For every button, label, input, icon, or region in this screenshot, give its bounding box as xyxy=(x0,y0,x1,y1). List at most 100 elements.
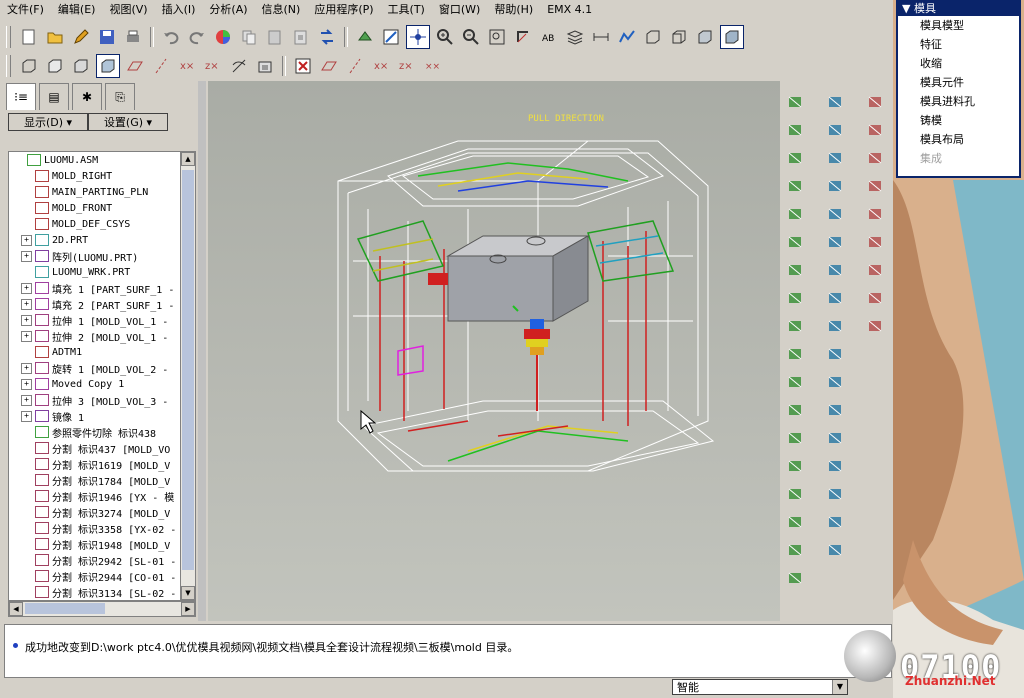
tree-row[interactable]: 分割 标识1946 [YX - 模 xyxy=(9,488,181,504)
mold-open-tool-icon[interactable] xyxy=(784,567,806,589)
tree-row[interactable]: 分割 标识3358 [YX-02 - xyxy=(9,520,181,536)
move-tool-icon[interactable] xyxy=(824,399,846,421)
tab-model-tree[interactable]: ⁝≡ xyxy=(6,83,36,110)
dimension-icon[interactable] xyxy=(590,26,612,48)
tree-row[interactable]: LUOMU.ASM xyxy=(9,152,181,168)
mirror-tool-icon[interactable] xyxy=(824,371,846,393)
chevron-down-icon[interactable]: ▼ xyxy=(832,680,847,694)
regenerate-icon[interactable] xyxy=(316,26,338,48)
datum-point-display-icon[interactable]: x× xyxy=(176,55,198,77)
mold-menu-item[interactable]: 模具布局 xyxy=(898,130,1019,149)
edit-pencil-icon[interactable] xyxy=(70,26,92,48)
expand-node-icon[interactable]: + xyxy=(21,394,32,406)
hidden-line-icon[interactable] xyxy=(642,26,664,48)
slider-tool-icon[interactable] xyxy=(784,455,806,477)
toolbar-grip[interactable] xyxy=(6,26,11,48)
refit-icon[interactable] xyxy=(486,26,508,48)
layout-tool-icon[interactable] xyxy=(784,483,806,505)
plane-icon[interactable] xyxy=(824,91,846,113)
fill-tool-icon[interactable] xyxy=(824,259,846,281)
csys-display-icon[interactable]: z× xyxy=(202,55,224,77)
sketch-icon[interactable] xyxy=(784,119,806,141)
settings-dropdown[interactable]: 设置(G) ▾ xyxy=(88,113,168,131)
datum-axis-display-icon[interactable] xyxy=(150,55,172,77)
expand-node-icon[interactable]: + xyxy=(21,250,32,262)
tree-row[interactable]: MAIN_PARTING_PLN xyxy=(9,184,181,200)
split-tool-icon[interactable] xyxy=(784,511,806,533)
paste-icon[interactable] xyxy=(264,26,286,48)
cut-tool-icon[interactable] xyxy=(784,371,806,393)
plug-tool-icon[interactable] xyxy=(784,259,806,281)
menu-file[interactable]: 文件(F) xyxy=(0,1,51,18)
cross-z-icon[interactable] xyxy=(864,147,886,169)
tree-row[interactable]: 参照零件切除 标识438 xyxy=(9,424,181,440)
no-hidden-icon[interactable] xyxy=(668,26,690,48)
grid-icon[interactable] xyxy=(824,511,846,533)
teapot-icon[interactable] xyxy=(824,231,846,253)
color-wheel-icon[interactable] xyxy=(212,26,234,48)
mold-menu-item[interactable]: 铸模 xyxy=(898,111,1019,130)
undo-icon[interactable] xyxy=(160,26,182,48)
mold-menu-item[interactable]: 模具模型 xyxy=(898,16,1019,35)
expand-node-icon[interactable]: + xyxy=(21,330,32,342)
tree-row[interactable]: 分割 标识1948 [MOLD_V xyxy=(9,536,181,552)
tree-row[interactable]: 分割 标识1784 [MOLD_V xyxy=(9,472,181,488)
scroll-left-arrow-icon[interactable]: ◀ xyxy=(9,602,23,616)
open-folder-icon[interactable] xyxy=(44,26,66,48)
menu-help[interactable]: 帮助(H) xyxy=(487,1,540,18)
mold-menu-item[interactable]: 模具进料孔 xyxy=(898,92,1019,111)
zoom-out-icon[interactable] xyxy=(460,26,482,48)
copy-icon[interactable] xyxy=(238,26,260,48)
draw-tool-icon[interactable] xyxy=(784,315,806,337)
tree-hscroll-thumb[interactable] xyxy=(25,603,105,614)
expand-node-icon[interactable]: + xyxy=(21,298,32,310)
volume-tool-icon[interactable] xyxy=(784,427,806,449)
dropdown-tool-icon[interactable] xyxy=(784,231,806,253)
assembly-tool-icon[interactable] xyxy=(784,175,806,197)
box-icon[interactable] xyxy=(824,315,846,337)
tree-row[interactable]: + Moved Copy 1 xyxy=(9,376,181,392)
menu-edit[interactable]: 编辑(E) xyxy=(51,1,103,18)
parallelogram-icon[interactable] xyxy=(864,259,886,281)
view-iso-icon[interactable] xyxy=(18,55,40,77)
tree-row[interactable]: +2D.PRT xyxy=(9,232,181,248)
new-tool-icon[interactable] xyxy=(784,203,806,225)
menu-analysis[interactable]: 分析(A) xyxy=(202,1,254,18)
menu-insert[interactable]: 插入(I) xyxy=(155,1,203,18)
redo-icon[interactable] xyxy=(186,26,208,48)
zoom-in-icon[interactable] xyxy=(434,26,456,48)
mold-menu-item[interactable]: 收缩 xyxy=(898,54,1019,73)
solid-icon[interactable] xyxy=(824,175,846,197)
layer-tool-icon[interactable] xyxy=(824,343,846,365)
curve-icon[interactable] xyxy=(864,203,886,225)
expand-node-icon[interactable]: + xyxy=(21,234,32,246)
tree-row[interactable]: 分割 标识1619 [MOLD_V xyxy=(9,456,181,472)
print-icon[interactable] xyxy=(122,26,144,48)
menu-emx[interactable]: EMX 4.1 xyxy=(540,1,599,18)
scroll-up-arrow-icon[interactable]: ▲ xyxy=(181,152,195,166)
shading-icon[interactable] xyxy=(694,26,716,48)
layers-icon[interactable] xyxy=(564,26,586,48)
wireframe-icon[interactable] xyxy=(616,26,638,48)
save-icon[interactable] xyxy=(96,26,118,48)
tree-row[interactable]: + 填充 2 [PART_SURF_1 - xyxy=(9,296,181,312)
tab-folder-browser[interactable]: ▤ xyxy=(39,83,69,110)
circle-icon[interactable] xyxy=(824,483,846,505)
tree-scroll-thumb[interactable] xyxy=(182,170,194,570)
mold-menu-item[interactable]: 特征 xyxy=(898,35,1019,54)
tree-row[interactable]: + 拉伸 2 [MOLD_VOL_1 - xyxy=(9,328,181,344)
tree-vertical-scrollbar[interactable]: ▲ ▼ xyxy=(180,151,196,601)
axis-line-icon[interactable] xyxy=(864,231,886,253)
mold-menu-title[interactable]: ▼ 模具 xyxy=(898,2,1019,16)
csys-z-icon[interactable] xyxy=(864,315,886,337)
panel-splitter[interactable] xyxy=(198,81,206,621)
selection-filter-dropdown[interactable]: 智能 ▼ xyxy=(672,679,848,695)
sketch-view-icon[interactable] xyxy=(380,26,402,48)
tree-row[interactable]: MOLD_DEF_CSYS xyxy=(9,216,181,232)
point-array-icon[interactable]: ×× xyxy=(422,55,444,77)
axis-tool-icon[interactable] xyxy=(344,55,366,77)
trim-tool-icon[interactable] xyxy=(784,287,806,309)
wave-line-icon[interactable] xyxy=(864,175,886,197)
tree-row[interactable]: LUOMU_WRK.PRT xyxy=(9,264,181,280)
annotation-display-icon[interactable] xyxy=(228,55,250,77)
